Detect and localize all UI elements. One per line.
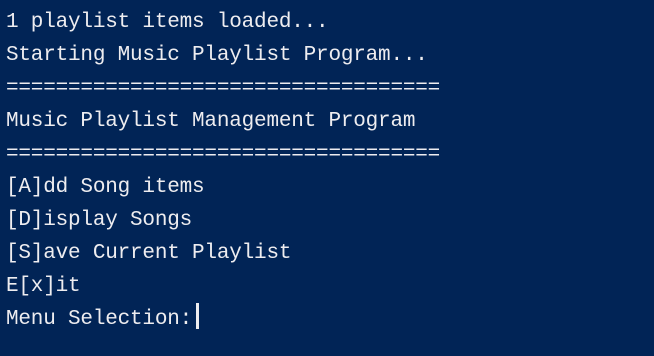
console-window[interactable]: 1 playlist items loaded... Starting Musi… [0, 0, 654, 356]
menu-item-save: [S]ave Current Playlist [6, 242, 292, 265]
menu-selection-prompt-line[interactable]: Menu Selection: [6, 303, 654, 336]
divider-top: =================================== [6, 77, 441, 100]
menu-item-add: [A]dd Song items [6, 176, 205, 199]
starting-status-line: Starting Music Playlist Program... [6, 44, 428, 67]
menu-item-exit: E[x]it [6, 275, 81, 298]
text-cursor[interactable] [196, 303, 200, 329]
divider-bottom: =================================== [6, 143, 441, 166]
menu-selection-prompt: Menu Selection: [6, 308, 193, 331]
menu-item-display: [D]isplay Songs [6, 209, 193, 232]
loaded-status-line: 1 playlist items loaded... [6, 11, 329, 34]
program-title: Music Playlist Management Program [6, 110, 416, 133]
